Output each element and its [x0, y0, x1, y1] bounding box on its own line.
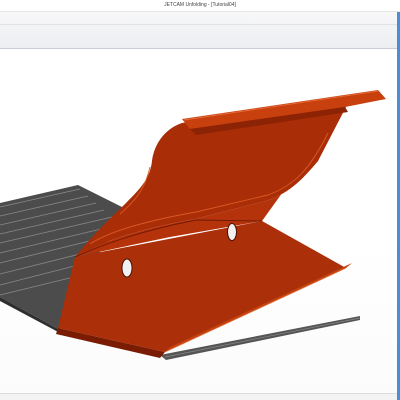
status-bar [0, 393, 397, 400]
ribbon-toolbar [0, 12, 400, 49]
application-window: JETCAM Unfolding - [Tutorial04] [0, 0, 400, 400]
title-bar[interactable]: JETCAM Unfolding - [Tutorial04] [0, 0, 400, 12]
part-view-canvas[interactable] [0, 49, 400, 400]
folded-part [56, 90, 386, 358]
3d-viewport[interactable] [0, 49, 400, 400]
hole-right [227, 223, 237, 241]
window-title: JETCAM Unfolding - [Tutorial04] [164, 2, 236, 8]
hole-left [121, 258, 133, 278]
ribbon-tab-strip [0, 12, 400, 25]
